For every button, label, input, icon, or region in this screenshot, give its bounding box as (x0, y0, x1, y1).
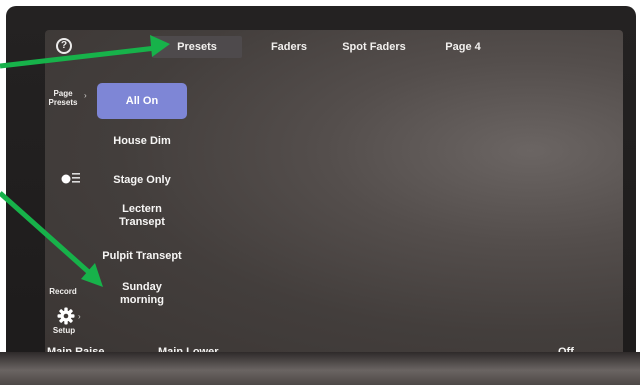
preset-sunday-morning[interactable]: Sunday morning (97, 281, 187, 307)
preset-lectern-transept[interactable]: Lectern Transept (97, 203, 187, 229)
gear-icon[interactable] (57, 307, 75, 325)
setup-button[interactable]: Setup (51, 326, 77, 335)
tab-page-4[interactable]: Page 4 (433, 36, 493, 58)
tab-faders[interactable]: Faders (259, 36, 319, 58)
tab-spot-faders[interactable]: Spot Faders (329, 36, 419, 58)
page-presets-button[interactable]: Page Presets (45, 89, 81, 107)
chevron-right-icon: › (78, 312, 81, 321)
preset-stage-only[interactable]: Stage Only (97, 174, 187, 187)
preset-pulpit-transept[interactable]: Pulpit Transept (97, 250, 187, 263)
bulb-sliders-icon[interactable] (61, 171, 81, 185)
bottom-bezel (0, 352, 640, 385)
tab-presets[interactable]: Presets (152, 36, 242, 58)
chevron-right-icon: › (84, 91, 87, 100)
preset-house-dim[interactable]: House Dim (97, 135, 187, 148)
preset-all-on[interactable]: All On (97, 83, 187, 119)
touch-screen: ? Presets Faders Spot Faders Page 4 Page… (45, 30, 623, 366)
record-button[interactable]: Record (47, 287, 79, 296)
help-icon[interactable]: ? (56, 38, 72, 54)
touch-panel-device: ? Presets Faders Spot Faders Page 4 Page… (6, 6, 636, 378)
